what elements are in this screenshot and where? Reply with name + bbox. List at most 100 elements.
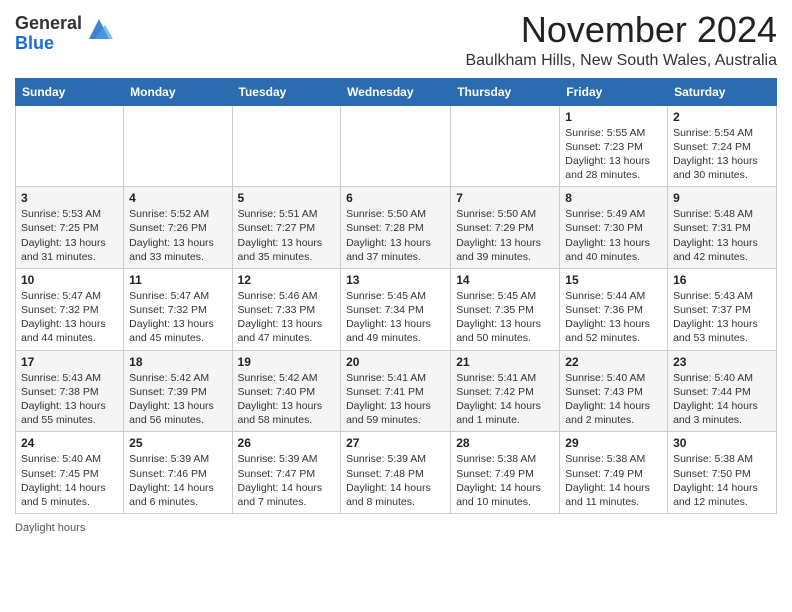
- calendar-cell: 16 Sunrise: 5:43 AM Sunset: 7:37 PM Dayli…: [668, 268, 777, 350]
- header-thursday: Thursday: [451, 78, 560, 105]
- calendar-cell: 9 Sunrise: 5:48 AM Sunset: 7:31 PM Daylig…: [668, 187, 777, 269]
- day-info: Sunrise: 5:45 AM Sunset: 7:35 PM Dayligh…: [456, 289, 554, 346]
- day-number: 16: [673, 273, 771, 287]
- day-number: 29: [565, 436, 662, 450]
- header-wednesday: Wednesday: [341, 78, 451, 105]
- day-number: 1: [565, 110, 662, 124]
- calendar-cell: 25Sunrise: 5:39 AM Sunset: 7:46 PM Dayli…: [124, 432, 232, 514]
- day-info: Sunrise: 5:48 AM Sunset: 7:31 PM Dayligh…: [673, 207, 771, 264]
- day-number: 8: [565, 191, 662, 205]
- calendar-cell: [451, 105, 560, 187]
- calendar-cell: 11 Sunrise: 5:47 AM Sunset: 7:32 PM Dayli…: [124, 268, 232, 350]
- day-info: Sunrise: 5:50 AM Sunset: 7:29 PM Dayligh…: [456, 207, 554, 264]
- week-row-2: 10 Sunrise: 5:47 AM Sunset: 7:32 PM Dayli…: [16, 268, 777, 350]
- calendar-cell: 24 Sunrise: 5:40 AM Sunset: 7:45 PM Dayli…: [16, 432, 124, 514]
- week-row-1: 3Sunrise: 5:53 AM Sunset: 7:25 PM Daylig…: [16, 187, 777, 269]
- footer: Daylight hours: [15, 522, 777, 534]
- calendar-cell: [341, 105, 451, 187]
- header-monday: Monday: [124, 78, 232, 105]
- calendar-cell: 20 Sunrise: 5:41 AM Sunset: 7:41 PM Dayli…: [341, 350, 451, 432]
- day-number: 25: [129, 436, 226, 450]
- day-number: 6: [346, 191, 445, 205]
- day-info: Sunrise: 5:38 AM Sunset: 7:49 PM Dayligh…: [565, 452, 662, 509]
- calendar-cell: 15 Sunrise: 5:44 AM Sunset: 7:36 PM Dayli…: [560, 268, 668, 350]
- day-number: 27: [346, 436, 445, 450]
- day-number: 21: [456, 355, 554, 369]
- day-info: Sunrise: 5:40 AM Sunset: 7:43 PM Dayligh…: [565, 371, 662, 428]
- day-info: Sunrise: 5:50 AM Sunset: 7:28 PM Dayligh…: [346, 207, 445, 264]
- day-number: 14: [456, 273, 554, 287]
- logo: General Blue: [15, 14, 113, 54]
- calendar-cell: 8 Sunrise: 5:49 AM Sunset: 7:30 PM Daylig…: [560, 187, 668, 269]
- day-info: Sunrise: 5:41 AM Sunset: 7:42 PM Dayligh…: [456, 371, 554, 428]
- day-number: 11: [129, 273, 226, 287]
- day-info: Sunrise: 5:39 AM Sunset: 7:47 PM Dayligh…: [238, 452, 336, 509]
- calendar-cell: 27 Sunrise: 5:39 AM Sunset: 7:48 PM Dayli…: [341, 432, 451, 514]
- calendar-cell: 28Sunrise: 5:38 AM Sunset: 7:49 PM Dayli…: [451, 432, 560, 514]
- day-number: 23: [673, 355, 771, 369]
- day-info: Sunrise: 5:40 AM Sunset: 7:45 PM Dayligh…: [21, 452, 118, 509]
- day-info: Sunrise: 5:54 AM Sunset: 7:24 PM Dayligh…: [673, 126, 771, 183]
- calendar-cell: [232, 105, 341, 187]
- day-number: 22: [565, 355, 662, 369]
- calendar-cell: 29 Sunrise: 5:38 AM Sunset: 7:49 PM Dayli…: [560, 432, 668, 514]
- day-number: 19: [238, 355, 336, 369]
- calendar-cell: 14 Sunrise: 5:45 AM Sunset: 7:35 PM Dayli…: [451, 268, 560, 350]
- day-info: Sunrise: 5:46 AM Sunset: 7:33 PM Dayligh…: [238, 289, 336, 346]
- day-number: 24: [21, 436, 118, 450]
- calendar-cell: 23Sunrise: 5:40 AM Sunset: 7:44 PM Dayli…: [668, 350, 777, 432]
- day-info: Sunrise: 5:43 AM Sunset: 7:38 PM Dayligh…: [21, 371, 118, 428]
- day-info: Sunrise: 5:49 AM Sunset: 7:30 PM Dayligh…: [565, 207, 662, 264]
- calendar-cell: 12 Sunrise: 5:46 AM Sunset: 7:33 PM Dayli…: [232, 268, 341, 350]
- header-tuesday: Tuesday: [232, 78, 341, 105]
- day-info: Sunrise: 5:44 AM Sunset: 7:36 PM Dayligh…: [565, 289, 662, 346]
- week-row-0: 1Sunrise: 5:55 AM Sunset: 7:23 PM Daylig…: [16, 105, 777, 187]
- day-number: 28: [456, 436, 554, 450]
- day-info: Sunrise: 5:45 AM Sunset: 7:34 PM Dayligh…: [346, 289, 445, 346]
- day-number: 20: [346, 355, 445, 369]
- calendar-cell: 10Sunrise: 5:47 AM Sunset: 7:32 PM Dayli…: [16, 268, 124, 350]
- week-row-3: 17 Sunrise: 5:43 AM Sunset: 7:38 PM Dayli…: [16, 350, 777, 432]
- day-number: 12: [238, 273, 336, 287]
- calendar-cell: [16, 105, 124, 187]
- calendar-cell: [124, 105, 232, 187]
- day-info: Sunrise: 5:53 AM Sunset: 7:25 PM Dayligh…: [21, 207, 118, 264]
- day-number: 15: [565, 273, 662, 287]
- day-info: Sunrise: 5:38 AM Sunset: 7:50 PM Dayligh…: [673, 452, 771, 509]
- header-friday: Friday: [560, 78, 668, 105]
- title-section: November 2024 Baulkham Hills, New South …: [465, 10, 777, 70]
- calendar-cell: 6 Sunrise: 5:50 AM Sunset: 7:28 PM Daylig…: [341, 187, 451, 269]
- calendar-cell: 22 Sunrise: 5:40 AM Sunset: 7:43 PM Dayli…: [560, 350, 668, 432]
- day-number: 2: [673, 110, 771, 124]
- day-number: 10: [21, 273, 118, 287]
- daylight-hours-label: Daylight hours: [15, 522, 85, 534]
- header-saturday: Saturday: [668, 78, 777, 105]
- logo-general: General: [15, 14, 82, 34]
- day-number: 18: [129, 355, 226, 369]
- calendar-cell: 5Sunrise: 5:51 AM Sunset: 7:27 PM Daylig…: [232, 187, 341, 269]
- day-number: 30: [673, 436, 771, 450]
- calendar: SundayMondayTuesdayWednesdayThursdayFrid…: [15, 78, 777, 514]
- location: Baulkham Hills, New South Wales, Austral…: [465, 52, 777, 70]
- calendar-cell: 18Sunrise: 5:42 AM Sunset: 7:39 PM Dayli…: [124, 350, 232, 432]
- day-number: 26: [238, 436, 336, 450]
- day-number: 13: [346, 273, 445, 287]
- day-number: 5: [238, 191, 336, 205]
- logo-blue: Blue: [15, 34, 82, 54]
- week-row-4: 24 Sunrise: 5:40 AM Sunset: 7:45 PM Dayli…: [16, 432, 777, 514]
- day-info: Sunrise: 5:43 AM Sunset: 7:37 PM Dayligh…: [673, 289, 771, 346]
- header-sunday: Sunday: [16, 78, 124, 105]
- calendar-cell: 13 Sunrise: 5:45 AM Sunset: 7:34 PM Dayli…: [341, 268, 451, 350]
- day-number: 17: [21, 355, 118, 369]
- day-info: Sunrise: 5:41 AM Sunset: 7:41 PM Dayligh…: [346, 371, 445, 428]
- day-info: Sunrise: 5:39 AM Sunset: 7:48 PM Dayligh…: [346, 452, 445, 509]
- day-info: Sunrise: 5:42 AM Sunset: 7:40 PM Dayligh…: [238, 371, 336, 428]
- calendar-cell: 30 Sunrise: 5:38 AM Sunset: 7:50 PM Dayli…: [668, 432, 777, 514]
- day-number: 9: [673, 191, 771, 205]
- day-info: Sunrise: 5:47 AM Sunset: 7:32 PM Dayligh…: [129, 289, 226, 346]
- calendar-cell: 1Sunrise: 5:55 AM Sunset: 7:23 PM Daylig…: [560, 105, 668, 187]
- calendar-cell: 2 Sunrise: 5:54 AM Sunset: 7:24 PM Daylig…: [668, 105, 777, 187]
- calendar-cell: 21 Sunrise: 5:41 AM Sunset: 7:42 PM Dayli…: [451, 350, 560, 432]
- day-number: 7: [456, 191, 554, 205]
- calendar-cell: 4Sunrise: 5:52 AM Sunset: 7:26 PM Daylig…: [124, 187, 232, 269]
